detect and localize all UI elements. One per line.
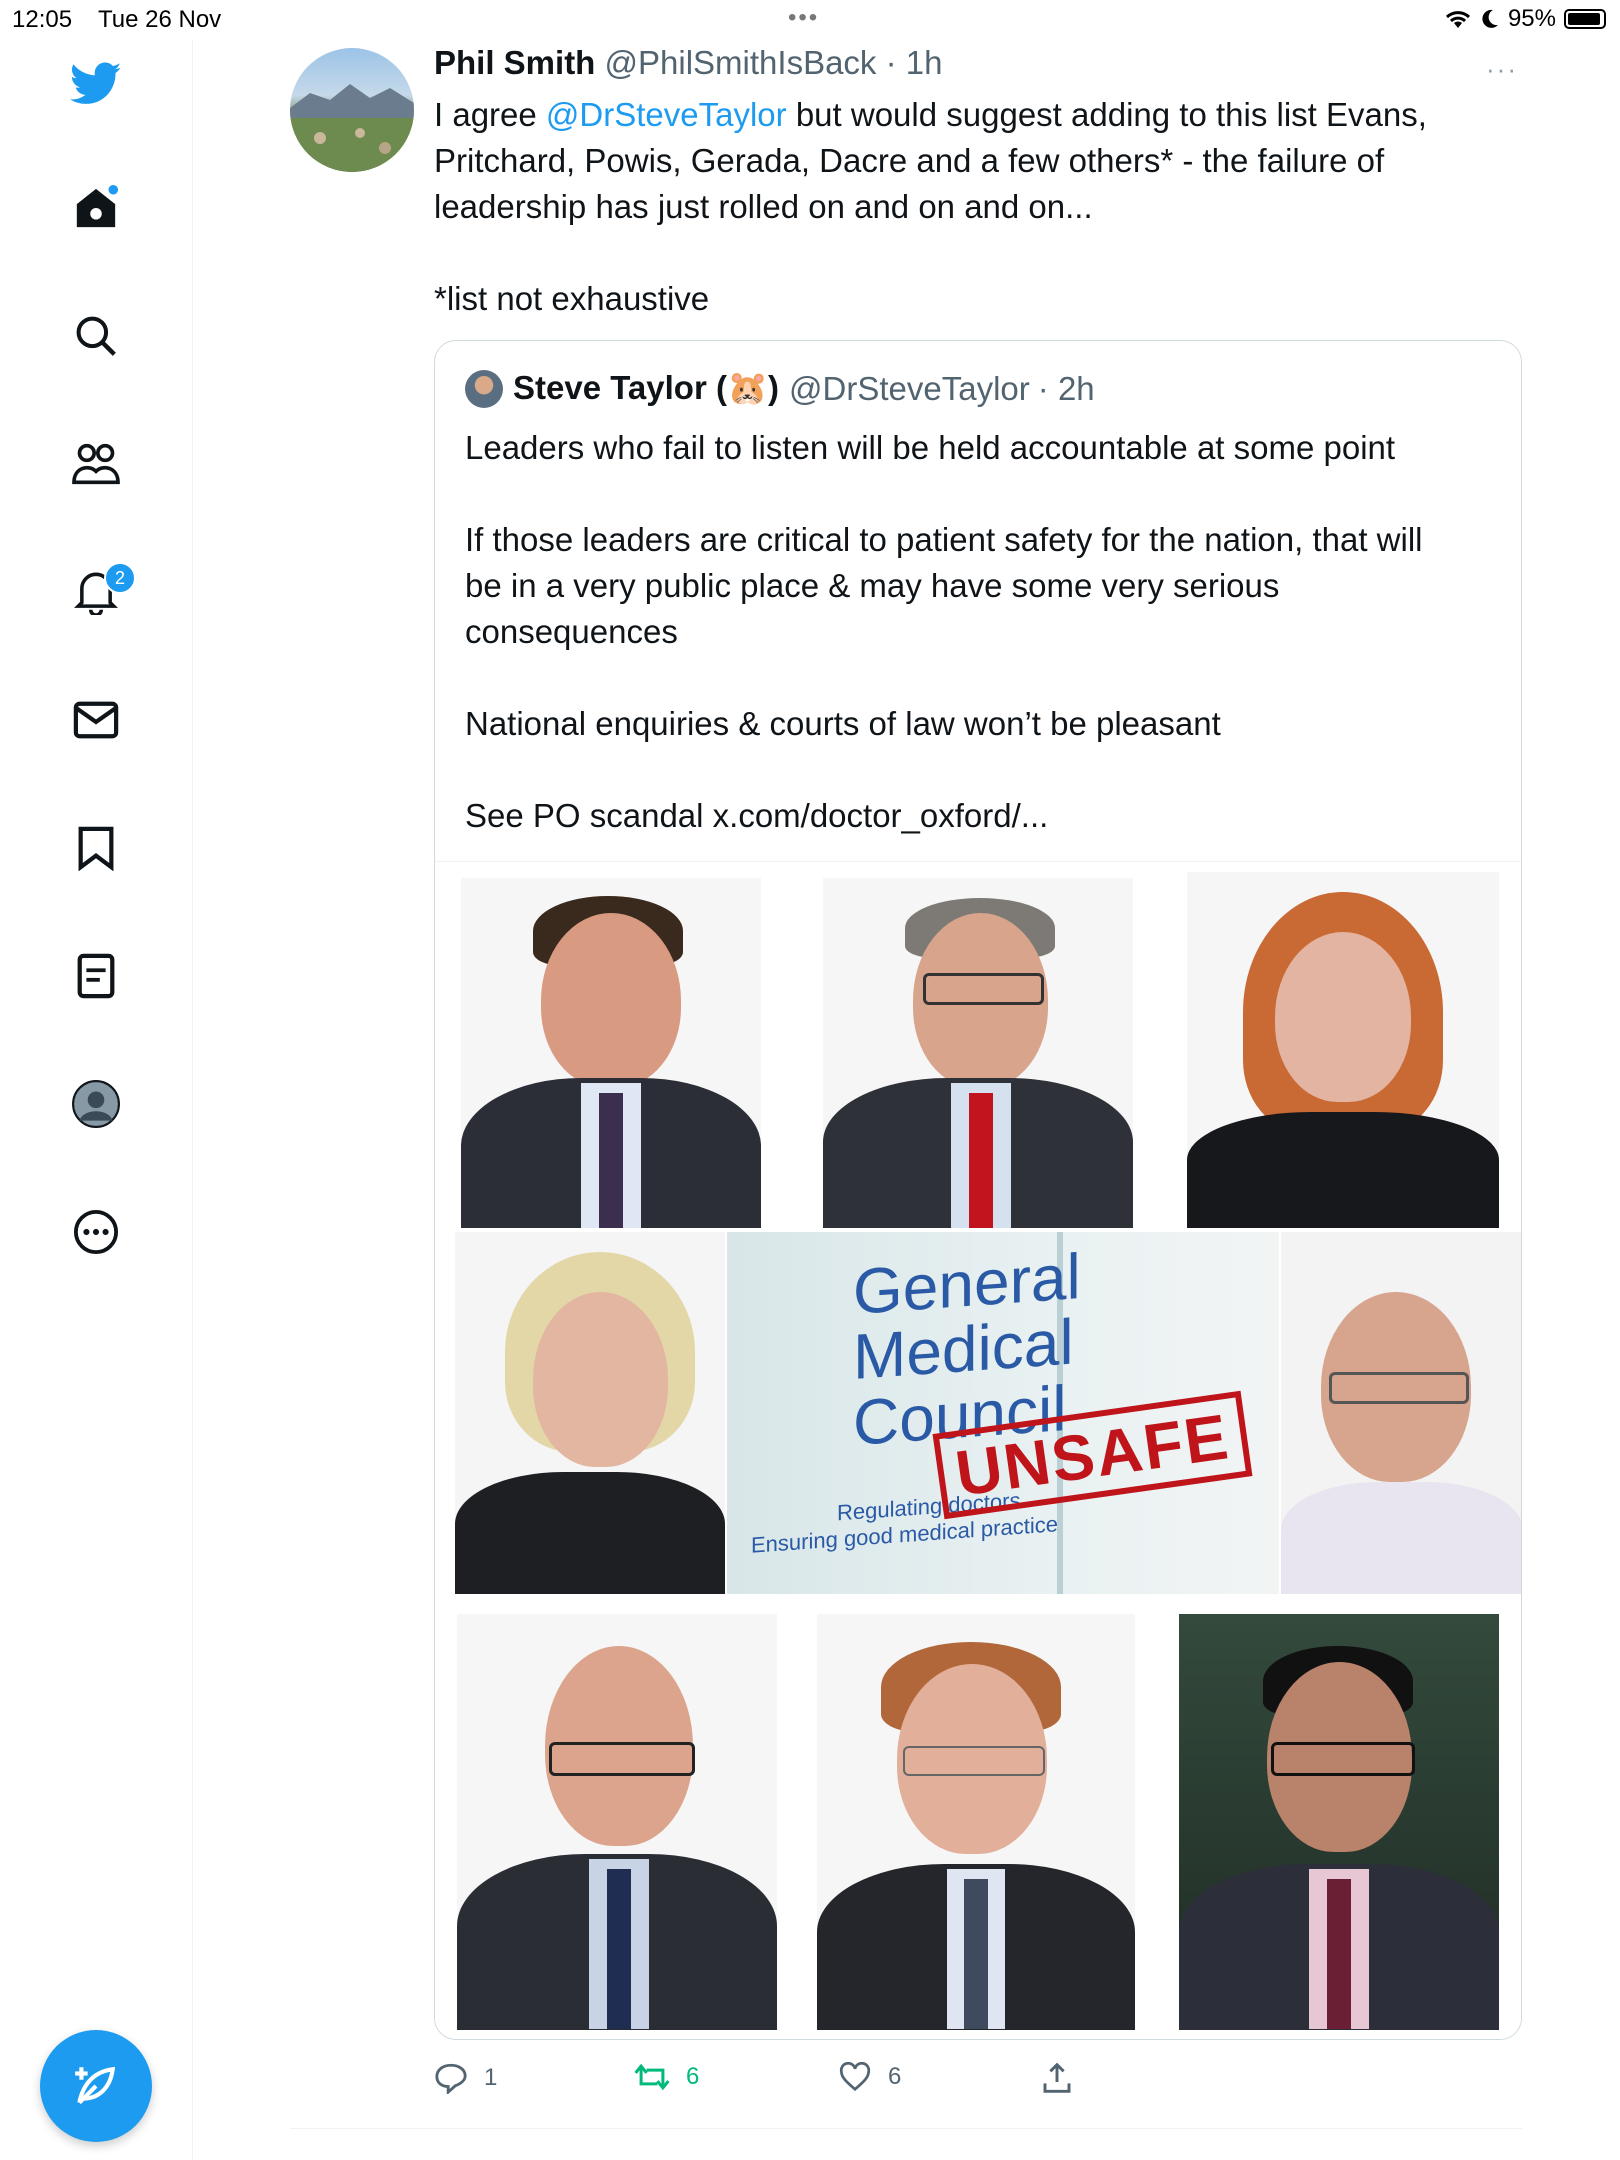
heart-icon	[839, 2062, 871, 2092]
quote-header: Steve Taylor (🐹) @DrSteveTaylor · 2h	[465, 369, 1095, 408]
like-count: 6	[888, 2063, 902, 2090]
author-avatar[interactable]	[290, 48, 414, 172]
author-handle[interactable]: @PhilSmithIsBack	[605, 44, 877, 81]
quote-link[interactable]: See PO scandal x.com/doctor_oxford/...	[465, 793, 1495, 839]
portrait-photo	[461, 878, 761, 1228]
reply-icon	[435, 2063, 467, 2094]
tweet-text: I agree @DrSteveTaylor but would suggest…	[434, 96, 1427, 317]
tweet-header: Phil Smith @PhilSmithIsBack · 1h	[434, 44, 942, 82]
tweet-time[interactable]: · 1h	[886, 44, 943, 81]
quote-author-name: Steve Taylor (🐹)	[513, 369, 780, 406]
repost-button[interactable]: 6	[634, 2062, 699, 2092]
tweet-actions: 1 6 6	[434, 2062, 1522, 2102]
gmc-logo-image: General Medical Council Regulating docto…	[727, 1232, 1279, 1594]
lists-icon[interactable]	[70, 950, 122, 1002]
bookmarks-icon[interactable]	[70, 822, 122, 874]
portrait-photo	[457, 1614, 777, 2030]
author-name[interactable]: Phil Smith	[434, 44, 595, 81]
quote-time: · 2h	[1037, 369, 1095, 407]
wifi-icon	[1445, 11, 1470, 28]
more-options-icon[interactable]	[70, 1206, 122, 1258]
profile-avatar-icon[interactable]	[70, 1078, 122, 1130]
sidebar: 2	[0, 40, 193, 2160]
home-icon[interactable]	[70, 182, 122, 234]
portrait-photo	[1281, 1232, 1521, 1594]
compose-feather-icon	[75, 2066, 116, 2105]
repost-icon	[634, 2063, 670, 2091]
repost-count: 6	[686, 2063, 700, 2090]
battery-icon	[1564, 9, 1606, 29]
portrait-photo	[1179, 1614, 1499, 2030]
battery-percent: 95%	[1507, 5, 1556, 32]
reply-button[interactable]: 1	[434, 2062, 497, 2094]
tweet-divider	[290, 2128, 1522, 2129]
reply-count: 1	[484, 2064, 498, 2091]
quote-image-collage[interactable]: General Medical Council Regulating docto…	[435, 861, 1521, 2039]
portrait-photo	[455, 1232, 725, 1594]
portrait-photo	[817, 1614, 1135, 2030]
twitter-logo-icon[interactable]	[70, 58, 122, 110]
status-bar: 12:05 Tue 26 Nov ••• 95%	[0, 0, 1620, 40]
portrait-photo	[1187, 872, 1499, 1228]
compose-button[interactable]	[40, 2030, 152, 2142]
multitasking-dots-icon[interactable]: •••	[788, 4, 819, 32]
moon-icon	[1482, 9, 1498, 28]
notifications-badge: 2	[104, 562, 136, 594]
quote-text: Leaders who fail to listen will be held …	[465, 425, 1495, 839]
status-date: Tue 26 Nov	[98, 6, 222, 33]
status-time: 12:05	[12, 6, 73, 33]
share-icon	[1043, 2062, 1071, 2093]
messages-icon[interactable]	[70, 694, 122, 746]
tweet-more-icon[interactable]: ···	[1486, 54, 1518, 85]
communities-icon[interactable]	[70, 438, 122, 490]
search-icon[interactable]	[70, 310, 122, 362]
portrait-photo	[823, 878, 1133, 1228]
like-button[interactable]: 6	[838, 2062, 901, 2092]
quoted-tweet[interactable]: Steve Taylor (🐹) @DrSteveTaylor · 2h Lea…	[434, 340, 1522, 2040]
notifications-bell-icon[interactable]: 2	[70, 562, 136, 618]
mention-link[interactable]: @DrSteveTaylor	[546, 96, 787, 133]
share-button[interactable]	[1042, 2062, 1072, 2094]
quote-author-handle: @DrSteveTaylor	[789, 369, 1030, 407]
quote-avatar	[465, 369, 503, 408]
